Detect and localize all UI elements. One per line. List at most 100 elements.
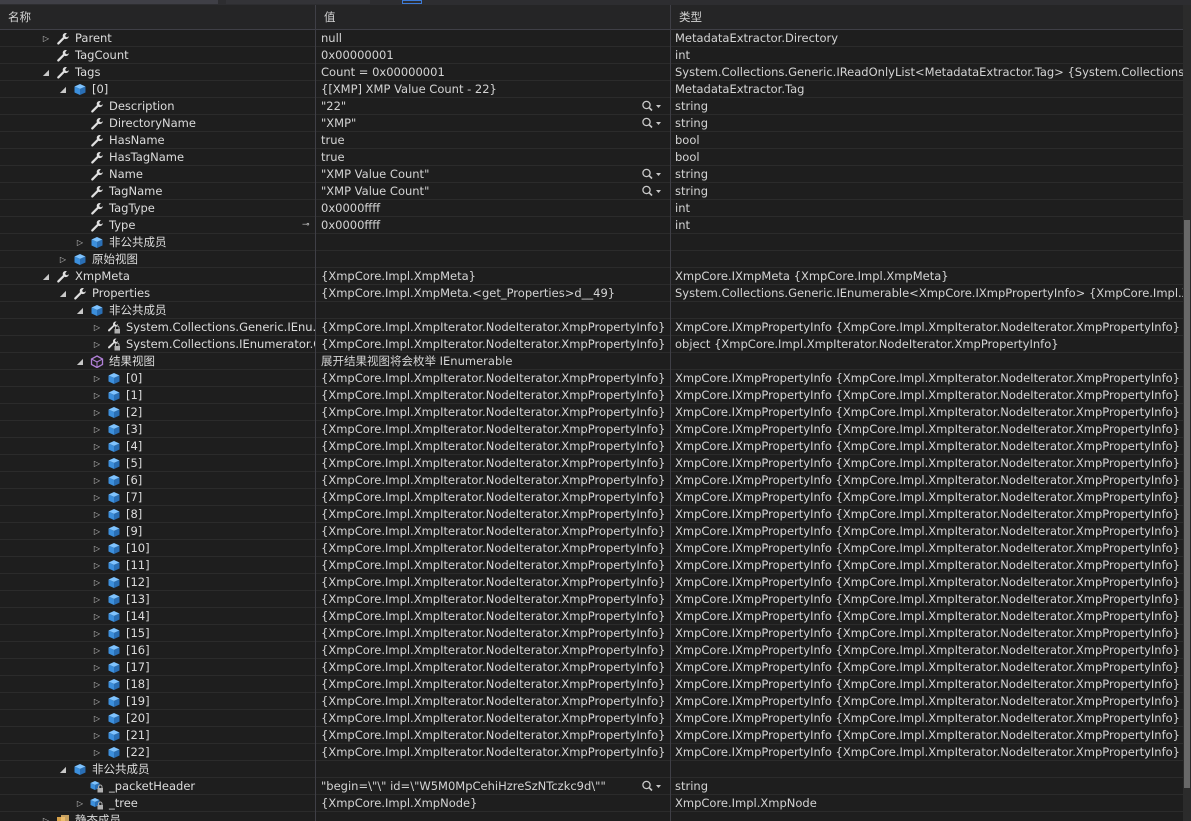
watch-row[interactable]: _packetHeader "begin=\"\" id=\"W5M0MpCehi… xyxy=(0,778,1183,795)
collapse-arrow-icon[interactable]: ◢ xyxy=(58,761,68,778)
collapse-arrow-icon[interactable]: ◢ xyxy=(75,302,85,319)
value-cell[interactable]: {XmpCore.Impl.XmpIterator.NodeIterator.X… xyxy=(315,710,670,727)
value-cell[interactable]: {[XMP] XMP Value Count - 22} xyxy=(315,81,670,98)
scrollbar-thumb[interactable] xyxy=(1184,220,1190,788)
expand-arrow-icon[interactable]: ▷ xyxy=(41,30,51,47)
visualizer-magnifier-icon[interactable] xyxy=(640,98,664,115)
value-cell[interactable]: {XmpCore.Impl.XmpIterator.NodeIterator.X… xyxy=(315,438,670,455)
value-cell[interactable]: {XmpCore.Impl.XmpIterator.NodeIterator.X… xyxy=(315,370,670,387)
expand-arrow-icon[interactable]: ▷ xyxy=(92,744,102,761)
value-cell[interactable] xyxy=(315,812,670,821)
search-box[interactable] xyxy=(0,0,218,4)
watch-row[interactable]: TagType 0x0000ffff int xyxy=(0,200,1183,217)
watch-row[interactable]: TagCount 0x00000001 int xyxy=(0,47,1183,64)
watch-row[interactable]: ▷ [6] {XmpCore.Impl.XmpIterator.NodeIterat… xyxy=(0,472,1183,489)
collapse-arrow-icon[interactable]: ◢ xyxy=(58,285,68,302)
expand-arrow-icon[interactable]: ▷ xyxy=(92,693,102,710)
watch-row[interactable]: Description "22" string xyxy=(0,98,1183,115)
watch-row[interactable]: Name "XMP Value Count" string xyxy=(0,166,1183,183)
value-cell[interactable] xyxy=(315,302,670,319)
value-cell[interactable]: {XmpCore.Impl.XmpIterator.NodeIterator.X… xyxy=(315,319,670,336)
expand-arrow-icon[interactable]: ▷ xyxy=(92,608,102,625)
expand-arrow-icon[interactable]: ▷ xyxy=(92,523,102,540)
watch-row[interactable]: ▷ [15] {XmpCore.Impl.XmpIterator.NodeItera… xyxy=(0,625,1183,642)
watch-row[interactable]: ◢ 非公共成员 xyxy=(0,761,1183,778)
watch-row[interactable]: ▷ [4] {XmpCore.Impl.XmpIterator.NodeIterat… xyxy=(0,438,1183,455)
watch-row[interactable]: ◢ XmpMeta {XmpCore.Impl.XmpMeta} XmpCore.IX… xyxy=(0,268,1183,285)
watch-row[interactable]: ▷ [1] {XmpCore.Impl.XmpIterator.NodeIterat… xyxy=(0,387,1183,404)
watch-row[interactable]: ▷ 非公共成员 xyxy=(0,234,1183,251)
watch-row[interactable]: HasName true bool xyxy=(0,132,1183,149)
visualizer-magnifier-icon[interactable] xyxy=(640,115,664,132)
expand-arrow-icon[interactable]: ▷ xyxy=(92,557,102,574)
expand-arrow-icon[interactable]: ▷ xyxy=(92,438,102,455)
expand-arrow-icon[interactable]: ▷ xyxy=(58,251,68,268)
expand-arrow-icon[interactable]: ▷ xyxy=(92,404,102,421)
value-cell[interactable]: {XmpCore.Impl.XmpIterator.NodeIterator.X… xyxy=(315,489,670,506)
expand-arrow-icon[interactable]: ▷ xyxy=(92,421,102,438)
collapse-arrow-icon[interactable]: ◢ xyxy=(58,81,68,98)
expand-arrow-icon[interactable]: ▷ xyxy=(92,574,102,591)
watch-row[interactable]: ◢ 结果视图 展开结果视图将会枚举 IEnumerable xyxy=(0,353,1183,370)
watch-row[interactable]: ▷ [8] {XmpCore.Impl.XmpIterator.NodeIterat… xyxy=(0,506,1183,523)
visualizer-magnifier-icon[interactable] xyxy=(640,166,664,183)
value-cell[interactable]: "22" xyxy=(315,98,670,115)
expand-arrow-icon[interactable]: ▷ xyxy=(41,812,51,821)
expand-arrow-icon[interactable]: ▷ xyxy=(92,625,102,642)
collapse-arrow-icon[interactable]: ◢ xyxy=(75,353,85,370)
value-cell[interactable]: {XmpCore.Impl.XmpIterator.NodeIterator.X… xyxy=(315,421,670,438)
value-cell[interactable]: {XmpCore.Impl.XmpIterator.NodeIterator.X… xyxy=(315,625,670,642)
value-cell[interactable]: {XmpCore.Impl.XmpIterator.NodeIterator.X… xyxy=(315,608,670,625)
value-cell[interactable]: {XmpCore.Impl.XmpIterator.NodeIterator.X… xyxy=(315,404,670,421)
value-cell[interactable]: {XmpCore.Impl.XmpIterator.NodeIterator.X… xyxy=(315,727,670,744)
watch-row[interactable]: ▷ [11] {XmpCore.Impl.XmpIterator.NodeItera… xyxy=(0,557,1183,574)
expand-arrow-icon[interactable]: ▷ xyxy=(92,727,102,744)
watch-row[interactable]: ▷ Parent null MetadataExtractor.Directory xyxy=(0,30,1183,47)
value-cell[interactable]: {XmpCore.Impl.XmpIterator.NodeIterator.X… xyxy=(315,523,670,540)
value-cell[interactable]: 展开结果视图将会枚举 IEnumerable xyxy=(315,353,670,370)
value-cell[interactable]: {XmpCore.Impl.XmpNode} xyxy=(315,795,670,812)
watch-row[interactable]: ◢ 非公共成员 xyxy=(0,302,1183,319)
value-cell[interactable]: {XmpCore.Impl.XmpIterator.NodeIterator.X… xyxy=(315,659,670,676)
watch-row[interactable]: Type ⊸ 0x0000ffff int xyxy=(0,217,1183,234)
value-cell[interactable]: {XmpCore.Impl.XmpIterator.NodeIterator.X… xyxy=(315,591,670,608)
value-cell[interactable]: {XmpCore.Impl.XmpIterator.NodeIterator.X… xyxy=(315,574,670,591)
watch-row[interactable]: ▷ [5] {XmpCore.Impl.XmpIterator.NodeIterat… xyxy=(0,455,1183,472)
expand-arrow-icon[interactable]: ▷ xyxy=(92,659,102,676)
expand-arrow-icon[interactable]: ▷ xyxy=(92,370,102,387)
pin-icon[interactable]: ⊸ xyxy=(302,217,310,234)
watch-row[interactable]: ▷ [13] {XmpCore.Impl.XmpIterator.NodeItera… xyxy=(0,591,1183,608)
watch-row[interactable]: ▷ [2] {XmpCore.Impl.XmpIterator.NodeIterat… xyxy=(0,404,1183,421)
value-cell[interactable]: null xyxy=(315,30,670,47)
value-cell[interactable]: {XmpCore.Impl.XmpIterator.NodeIterator.X… xyxy=(315,557,670,574)
watch-row[interactable]: TagName "XMP Value Count" string xyxy=(0,183,1183,200)
watch-row[interactable]: ▷ [14] {XmpCore.Impl.XmpIterator.NodeItera… xyxy=(0,608,1183,625)
value-cell[interactable]: {XmpCore.Impl.XmpIterator.NodeIterator.X… xyxy=(315,540,670,557)
value-cell[interactable]: "begin=\"\" id=\"W5M0MpCehiHzreSzNTczkc9… xyxy=(315,778,670,795)
value-cell[interactable]: {XmpCore.Impl.XmpIterator.NodeIterator.X… xyxy=(315,472,670,489)
value-cell[interactable]: {XmpCore.Impl.XmpMeta} xyxy=(315,268,670,285)
watch-row[interactable]: ◢ Tags Count = 0x00000001 System.Collection… xyxy=(0,64,1183,81)
value-cell[interactable]: {XmpCore.Impl.XmpIterator.NodeIterator.X… xyxy=(315,387,670,404)
watch-row[interactable]: ▷ [9] {XmpCore.Impl.XmpIterator.NodeIterat… xyxy=(0,523,1183,540)
value-cell[interactable]: "XMP" xyxy=(315,115,670,132)
value-cell[interactable]: {XmpCore.Impl.XmpIterator.NodeIterator.X… xyxy=(315,642,670,659)
value-cell[interactable] xyxy=(315,761,670,778)
column-header-name[interactable]: 名称 xyxy=(0,5,315,29)
watch-row[interactable]: ▷ 静态成员 xyxy=(0,812,1183,821)
expand-arrow-icon[interactable]: ▷ xyxy=(92,489,102,506)
value-cell[interactable]: {XmpCore.Impl.XmpIterator.NodeIterator.X… xyxy=(315,693,670,710)
value-cell[interactable]: {XmpCore.Impl.XmpIterator.NodeIterator.X… xyxy=(315,744,670,761)
collapse-arrow-icon[interactable]: ◢ xyxy=(41,268,51,285)
value-cell[interactable]: 0x0000ffff xyxy=(315,217,670,234)
expand-arrow-icon[interactable]: ▷ xyxy=(92,642,102,659)
value-cell[interactable]: {XmpCore.Impl.XmpIterator.NodeIterator.X… xyxy=(315,676,670,693)
watch-row[interactable]: ▷ [19] {XmpCore.Impl.XmpIterator.NodeItera… xyxy=(0,693,1183,710)
watch-row[interactable]: ◢ Properties {XmpCore.Impl.XmpMeta.<get_Pr… xyxy=(0,285,1183,302)
expand-arrow-icon[interactable]: ▷ xyxy=(92,319,102,336)
value-cell[interactable]: true xyxy=(315,132,670,149)
watch-row[interactable]: ◢ [0] {[XMP] XMP Value Count - 22} Metadata… xyxy=(0,81,1183,98)
watch-row[interactable]: ▷ [22] {XmpCore.Impl.XmpIterator.NodeItera… xyxy=(0,744,1183,761)
value-cell[interactable] xyxy=(315,234,670,251)
expand-arrow-icon[interactable]: ▷ xyxy=(92,455,102,472)
